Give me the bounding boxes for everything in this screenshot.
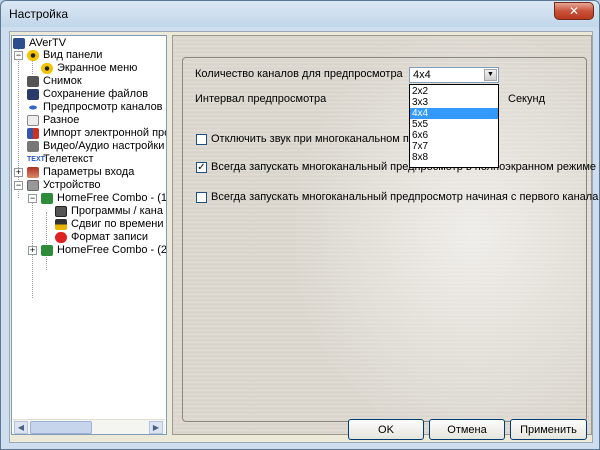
record-icon (55, 232, 67, 243)
tree-item-osd[interactable]: Экранное меню (41, 62, 166, 75)
tree-item-device[interactable]: Устройство (27, 179, 166, 192)
channels-count-select[interactable]: 4x4 ▼ (409, 67, 499, 83)
board-icon (41, 193, 53, 204)
device-icon (27, 180, 39, 191)
tree-item-record-format[interactable]: Формат записи (55, 231, 166, 244)
tree-item-label: Сдвиг по времени (71, 218, 164, 230)
camera-icon (27, 76, 39, 87)
tree-item-snapshot[interactable]: Снимок (27, 75, 166, 88)
board-icon (41, 245, 53, 256)
expand-toggle[interactable]: + (28, 246, 37, 255)
tree-item-epg-import[interactable]: Импорт электронной прог (27, 127, 167, 140)
settings-tree: AVerTV − Вид панели Экранное меню Снимок… (11, 35, 167, 435)
dropdown-option[interactable]: 5x5 (410, 119, 498, 130)
close-button[interactable]: ✕ (554, 2, 594, 20)
channels-count-value: 4x4 (413, 69, 431, 81)
tree-item-label: Телетекст (43, 153, 94, 165)
fullscreen-checkbox[interactable]: ✓ (196, 162, 207, 173)
eye-icon (27, 102, 39, 113)
settings-window: Настройка ✕ AVerTV − Вид панели Экранное… (0, 0, 600, 450)
scroll-right-button[interactable]: ▶ (149, 421, 163, 434)
tree-item-timeshift[interactable]: Сдвиг по времени (55, 218, 166, 231)
tree-item-av-settings[interactable]: Видео/Аудио настройки (27, 140, 166, 153)
dropdown-option[interactable]: 8x8 (410, 152, 498, 163)
tree-item-input-params[interactable]: Параметры входа (27, 166, 166, 179)
scroll-thumb[interactable] (30, 421, 92, 434)
collapse-toggle[interactable]: − (14, 51, 23, 60)
collapse-toggle[interactable]: − (28, 194, 37, 203)
dropdown-option[interactable]: 2x2 (410, 86, 498, 97)
channels-count-dropdown: 2x2 3x3 4x4 5x5 6x6 7x7 8x8 (409, 84, 499, 168)
radiation-icon (27, 50, 39, 61)
interval-label: Интервал предпросмотра (195, 93, 327, 105)
dropdown-option[interactable]: 7x7 (410, 141, 498, 152)
tree-item-label: HomeFree Combo - (2) [( (57, 244, 167, 256)
channels-count-label: Количество каналов для предпросмотра (195, 68, 403, 80)
ok-button[interactable]: OK (348, 419, 424, 440)
teletext-icon: TEXT (27, 156, 45, 163)
scroll-left-button[interactable]: ◀ (14, 421, 28, 434)
tree-item-label: HomeFree Combo - (1) [( (57, 192, 167, 204)
tree-item-label: Программы / кана (71, 205, 163, 217)
collapse-toggle[interactable]: − (14, 181, 23, 190)
tree-item-label: Видео/Аудио настройки (43, 140, 165, 152)
tree-item-label: Сохранение файлов (43, 88, 149, 100)
fullscreen-label: Всегда запускать многоканальный предпрос… (211, 161, 597, 173)
chevron-down-icon[interactable]: ▼ (484, 69, 497, 81)
dropdown-option[interactable]: 6x6 (410, 130, 498, 141)
input-icon (27, 167, 39, 178)
document-icon (27, 115, 39, 126)
import-icon (27, 128, 39, 139)
tree-item-view-panel[interactable]: Вид панели (27, 49, 166, 62)
tree-item-label: Предпросмотр каналов (43, 101, 163, 113)
apply-button[interactable]: Применить (510, 419, 587, 440)
interval-unit-label: Секунд (508, 93, 545, 105)
tree-item-label: Разное (43, 114, 80, 126)
floppy-icon (27, 89, 39, 100)
cancel-button[interactable]: Отмена (429, 419, 505, 440)
radiation-icon (41, 63, 53, 74)
tree-item-homefree-2[interactable]: HomeFree Combo - (2) [( (41, 244, 167, 257)
tree-horizontal-scrollbar[interactable]: ◀ ▶ (13, 419, 165, 434)
tree-item-label: Параметры входа (43, 166, 135, 178)
expand-toggle[interactable]: + (14, 168, 23, 177)
tree-item-label: Формат записи (71, 231, 149, 243)
first-channel-checkbox[interactable] (196, 192, 207, 203)
timeshift-icon (55, 219, 67, 230)
tree-item-label: Вид панели (43, 49, 103, 61)
window-title: Настройка (9, 7, 69, 21)
tree-connector (46, 212, 47, 270)
tree-item-label: Снимок (43, 75, 82, 87)
dialog-client-area: AVerTV − Вид панели Экранное меню Снимок… (9, 31, 598, 443)
title-bar[interactable]: Настройка ✕ (1, 1, 599, 27)
tree-item-label: Экранное меню (57, 62, 138, 74)
tree-item-label: Импорт электронной прог (43, 127, 167, 139)
tree-item-homefree-1[interactable]: HomeFree Combo - (1) [( (41, 192, 167, 205)
programs-icon (55, 206, 67, 217)
dropdown-option[interactable]: 3x3 (410, 97, 498, 108)
tree-item-label: Устройство (43, 179, 101, 191)
mute-checkbox[interactable] (196, 134, 207, 145)
dropdown-option-selected[interactable]: 4x4 (410, 108, 498, 119)
tree-item-programs[interactable]: Программы / кана (55, 205, 166, 218)
first-channel-label: Всегда запускать многоканальный предпрос… (211, 191, 599, 203)
wrench-icon (27, 141, 39, 152)
tree-item-teletext[interactable]: TEXT Телетекст (27, 153, 166, 166)
tree-item-channel-preview[interactable]: Предпросмотр каналов (27, 101, 166, 114)
tree-item-misc[interactable]: Разное (27, 114, 166, 127)
tree-connector (32, 60, 33, 74)
settings-group-frame (182, 57, 587, 422)
tree-item-file-saving[interactable]: Сохранение файлов (27, 88, 166, 101)
preview-settings-panel: Количество каналов для предпросмотра 4x4… (172, 35, 598, 440)
avertv-logo-icon (13, 38, 25, 49)
